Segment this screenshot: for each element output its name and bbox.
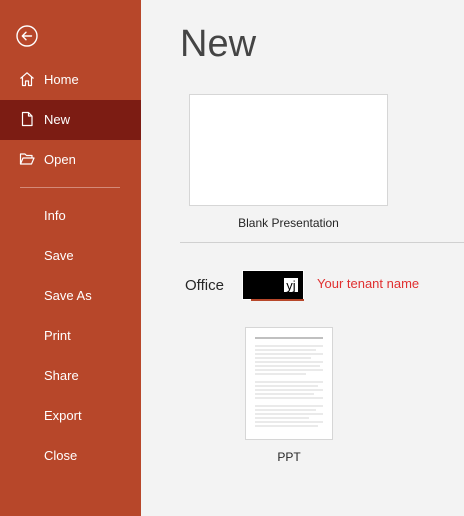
- sidebar-item-save-as[interactable]: Save As: [0, 276, 141, 316]
- sidebar-item-label: Print: [44, 328, 71, 343]
- sidebar-item-new[interactable]: New: [0, 100, 141, 140]
- back-button[interactable]: [16, 25, 38, 47]
- sidebar-item-label: Save As: [44, 288, 92, 303]
- document-icon: [21, 111, 33, 127]
- template-caption-ppt: PPT: [277, 450, 301, 464]
- sidebar-item-label: New: [44, 112, 71, 127]
- sidebar-divider: [20, 187, 120, 188]
- sidebar-item-label: Export: [44, 408, 82, 423]
- sidebar-item-label: Share: [44, 368, 79, 383]
- sidebar-item-open[interactable]: Open: [0, 140, 141, 180]
- home-icon: [20, 72, 34, 87]
- folder-open-icon: [19, 153, 35, 165]
- sidebar-item-label: Open: [44, 152, 76, 167]
- document-preview-icon: [255, 337, 323, 427]
- sidebar-item-share[interactable]: Share: [0, 356, 141, 396]
- tab-tenant-label: yj: [283, 277, 299, 293]
- sidebar-item-label: Info: [44, 208, 66, 223]
- sidebar-item-export[interactable]: Export: [0, 396, 141, 436]
- blank-presentation-caption: Blank Presentation: [238, 216, 339, 230]
- tenant-name-annotation: Your tenant name: [317, 276, 420, 291]
- tab-tenant[interactable]: yj: [242, 270, 304, 300]
- sidebar-item-home[interactable]: Home: [0, 60, 141, 100]
- sidebar-item-close[interactable]: Close: [0, 436, 141, 476]
- template-thumbnail-ppt[interactable]: [245, 327, 333, 440]
- sidebar-item-label: Save: [44, 248, 74, 263]
- section-divider: [180, 242, 464, 243]
- sidebar-item-print[interactable]: Print: [0, 316, 141, 356]
- selected-tab-indicator: [251, 299, 304, 301]
- tab-office[interactable]: Office: [185, 277, 224, 294]
- page-title: New: [180, 23, 257, 65]
- sidebar-item-info[interactable]: Info: [0, 196, 141, 236]
- backstage-sidebar: Home New Open Info Save Save As Print Sh…: [0, 0, 141, 516]
- blank-presentation-thumbnail[interactable]: [189, 94, 388, 206]
- back-arrow-circle-icon: [16, 25, 38, 47]
- sidebar-item-save[interactable]: Save: [0, 236, 141, 276]
- sidebar-item-label: Home: [44, 72, 79, 87]
- sidebar-item-label: Close: [44, 448, 78, 463]
